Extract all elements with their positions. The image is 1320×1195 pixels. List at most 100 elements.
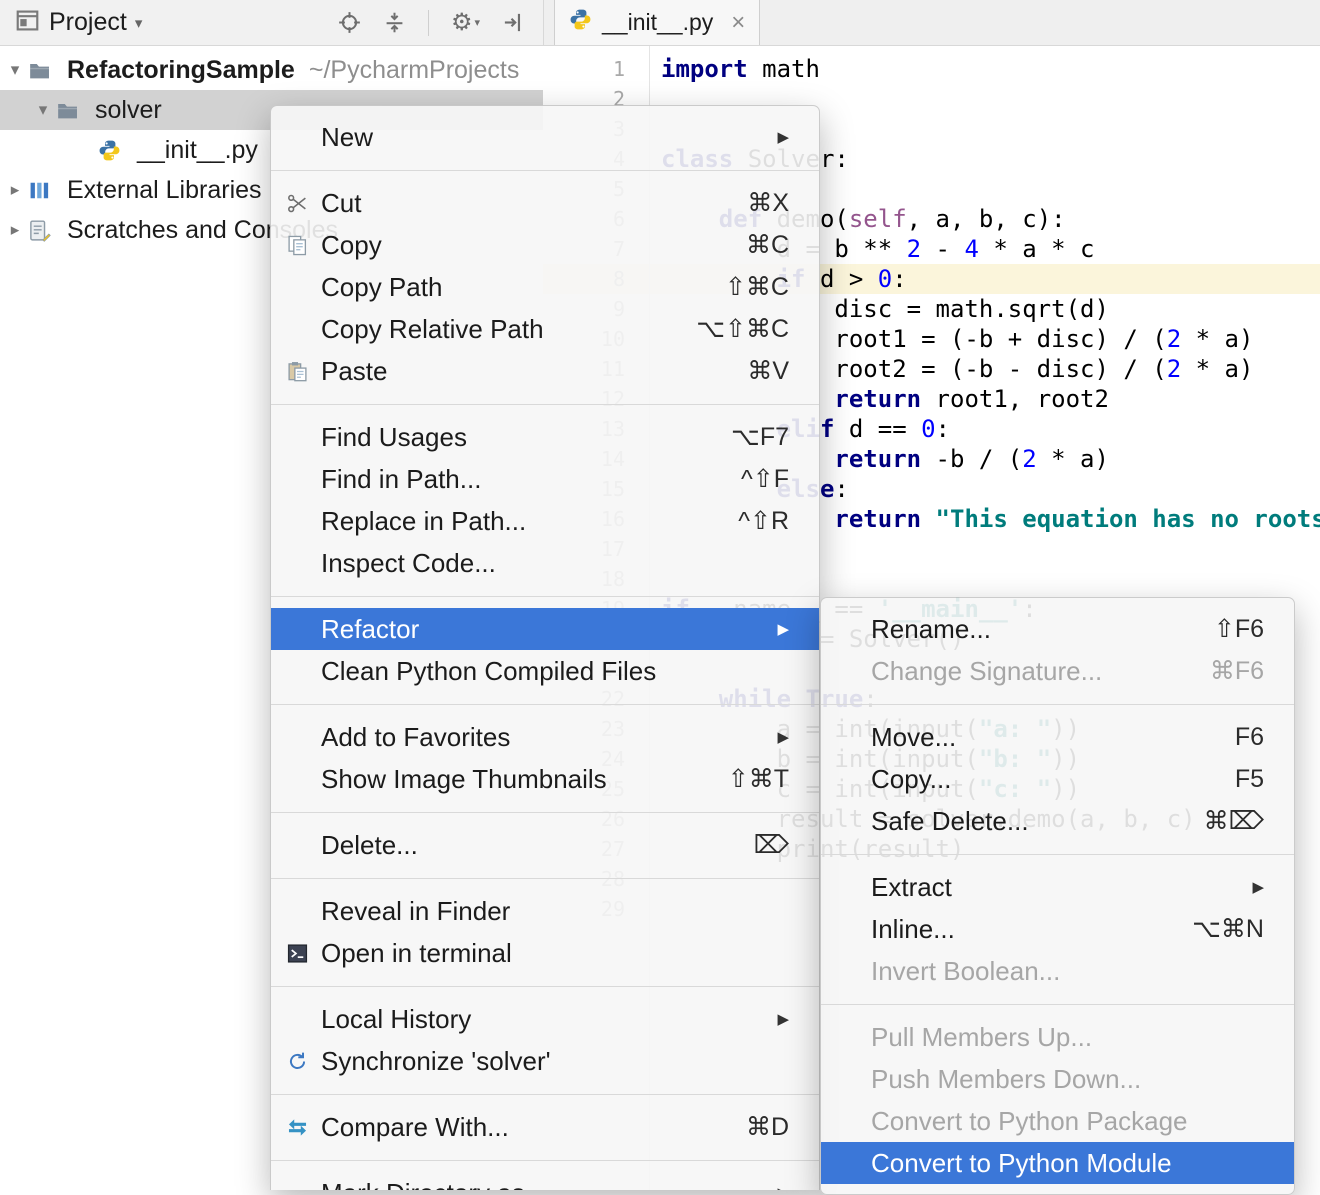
- code-line: import math: [661, 54, 1320, 84]
- menu-item-label: Copy Path: [321, 272, 701, 303]
- refactor-item-safe-delete[interactable]: Safe Delete...⌘⌦: [821, 800, 1294, 842]
- menu-shortcut: F6: [1235, 723, 1264, 752]
- menu-item-label: Mark Directory as: [321, 1178, 753, 1191]
- menu-item-label: Clean Python Compiled Files: [321, 656, 789, 687]
- refactor-item-convert-to-python-package: Convert to Python Package: [821, 1100, 1294, 1142]
- menu-item-label: Extract: [871, 872, 1228, 903]
- refactor-item-extract[interactable]: Extract ▶: [821, 866, 1294, 908]
- menu-separator: [271, 170, 819, 171]
- submenu-arrow-icon: ▶: [777, 1184, 789, 1190]
- scissors-icon: [287, 193, 321, 214]
- folder-icon: [56, 99, 86, 122]
- tree-item-refactoringsample[interactable]: ▾ RefactoringSample ~/PycharmProjects: [0, 50, 543, 90]
- menu-item-label: Move...: [871, 722, 1211, 753]
- project-icon: [16, 9, 39, 37]
- context-menu: New▶Cut⌘XCopy⌘CCopy Path⇧⌘CCopy Relative…: [270, 105, 820, 1190]
- menu-shortcut: F5: [1235, 765, 1264, 794]
- submenu-arrow-icon: ▶: [777, 620, 789, 638]
- menu-separator: [271, 1094, 819, 1095]
- copy-icon: [287, 235, 321, 256]
- menu-item-label: Add to Favorites: [321, 722, 753, 753]
- tree-item-label: RefactoringSample: [67, 56, 295, 85]
- refactor-item-move[interactable]: Move... F6: [821, 716, 1294, 758]
- menu-item-delete[interactable]: Delete... ⌦: [271, 824, 819, 866]
- menu-shortcut: ⌘V: [747, 356, 789, 386]
- menu-item-replace-in-path[interactable]: Replace in Path...^⇧R: [271, 500, 819, 542]
- hide-panel-icon[interactable]: [502, 11, 525, 34]
- menu-item-synchronize-solver[interactable]: Synchronize 'solver': [271, 1040, 819, 1082]
- menu-shortcut: ⌥⌘N: [1192, 914, 1264, 944]
- refactor-item-pull-members-up: Pull Members Up...: [821, 1016, 1294, 1058]
- menu-item-label: Delete...: [321, 830, 730, 861]
- menu-item-local-history[interactable]: Local History▶: [271, 998, 819, 1040]
- menu-item-label: Find Usages: [321, 422, 707, 453]
- tree-item-label: External Libraries: [67, 176, 262, 205]
- menu-item-label: Invert Boolean...: [871, 956, 1264, 987]
- menu-separator: [821, 854, 1294, 855]
- submenu-arrow-icon: ▶: [1252, 878, 1264, 896]
- folder-icon: [28, 59, 58, 82]
- python-icon: [569, 8, 592, 37]
- submenu-arrow-icon: ▶: [777, 728, 789, 746]
- toolbar-divider: [428, 10, 429, 36]
- menu-item-new[interactable]: New▶: [271, 116, 819, 158]
- menu-item-label: Inline...: [871, 914, 1168, 945]
- menu-item-find-usages[interactable]: Find Usages ⌥F7: [271, 416, 819, 458]
- tree-item-label: solver: [95, 96, 162, 125]
- chevron-expanded-icon[interactable]: ▾: [2, 60, 28, 80]
- menu-item-open-in-terminal[interactable]: Open in terminal: [271, 932, 819, 974]
- close-icon[interactable]: ×: [731, 11, 745, 35]
- compare-icon: [287, 1117, 321, 1138]
- terminal-icon: [287, 943, 321, 964]
- sync-icon: [287, 1051, 321, 1072]
- refactor-item-inline[interactable]: Inline... ⌥⌘N: [821, 908, 1294, 950]
- menu-item-copy-path[interactable]: Copy Path⇧⌘C: [271, 266, 819, 308]
- refactor-item-invert-boolean: Invert Boolean...: [821, 950, 1294, 992]
- menu-item-copy-relative-path[interactable]: Copy Relative Path⌥⇧⌘C: [271, 308, 819, 350]
- menu-item-label: Inspect Code...: [321, 548, 789, 579]
- menu-item-paste[interactable]: Paste⌘V: [271, 350, 819, 392]
- chevron-collapsed-icon[interactable]: ▸: [2, 220, 28, 240]
- menu-item-label: Show Image Thumbnails: [321, 764, 704, 795]
- menu-shortcut: ⌘X: [747, 188, 789, 218]
- menu-item-find-in-path[interactable]: Find in Path...^⇧F: [271, 458, 819, 500]
- menu-separator: [271, 704, 819, 705]
- menu-shortcut: ⇧F6: [1214, 614, 1264, 644]
- menu-item-copy[interactable]: Copy⌘C: [271, 224, 819, 266]
- menu-item-label: Change Signature...: [871, 656, 1186, 687]
- collapse-all-icon[interactable]: [383, 11, 406, 34]
- menu-separator: [821, 1004, 1294, 1005]
- menu-item-cut[interactable]: Cut⌘X: [271, 182, 819, 224]
- menu-item-label: Copy Relative Path: [321, 314, 672, 345]
- menu-item-show-image-thumbnails[interactable]: Show Image Thumbnails⇧⌘T: [271, 758, 819, 800]
- menu-item-mark-directory-as[interactable]: Mark Directory as ▶: [271, 1172, 819, 1190]
- refactor-item-copy[interactable]: Copy...F5: [821, 758, 1294, 800]
- chevron-collapsed-icon[interactable]: ▸: [2, 180, 28, 200]
- menu-item-refactor[interactable]: Refactor▶: [271, 608, 819, 650]
- menu-separator: [271, 812, 819, 813]
- toolbar-icon-group: ⚙▾: [338, 10, 529, 36]
- menu-item-inspect-code[interactable]: Inspect Code...: [271, 542, 819, 584]
- menu-shortcut: ^⇧R: [738, 506, 789, 536]
- chevron-expanded-icon[interactable]: ▾: [30, 100, 56, 120]
- menu-item-label: Rename...: [871, 614, 1190, 645]
- tree-item-label: __init__.py: [137, 136, 258, 165]
- menu-item-compare-with[interactable]: Compare With...⌘D: [271, 1106, 819, 1148]
- project-switcher[interactable]: Project: [49, 8, 127, 37]
- python-icon: [98, 139, 128, 162]
- menu-shortcut: ⌘C: [746, 230, 789, 260]
- refactor-item-convert-to-python-module[interactable]: Convert to Python Module: [821, 1142, 1294, 1184]
- menu-separator: [821, 704, 1294, 705]
- menu-item-clean-python-compiled-files[interactable]: Clean Python Compiled Files: [271, 650, 819, 692]
- menu-shortcut: ⌘F6: [1210, 656, 1264, 686]
- tab-init-py[interactable]: __init__.py ×: [554, 0, 760, 45]
- menu-shortcut: ⌦: [754, 830, 789, 860]
- menu-shortcut: ⌥F7: [731, 422, 789, 452]
- gear-icon[interactable]: ⚙▾: [451, 11, 480, 35]
- menu-item-reveal-in-finder[interactable]: Reveal in Finder: [271, 890, 819, 932]
- menu-item-add-to-favorites[interactable]: Add to Favorites ▶: [271, 716, 819, 758]
- locate-icon[interactable]: [338, 11, 361, 34]
- refactor-item-rename[interactable]: Rename... ⇧F6: [821, 608, 1294, 650]
- menu-separator: [271, 404, 819, 405]
- tree-item-path: ~/PycharmProjects: [309, 56, 520, 85]
